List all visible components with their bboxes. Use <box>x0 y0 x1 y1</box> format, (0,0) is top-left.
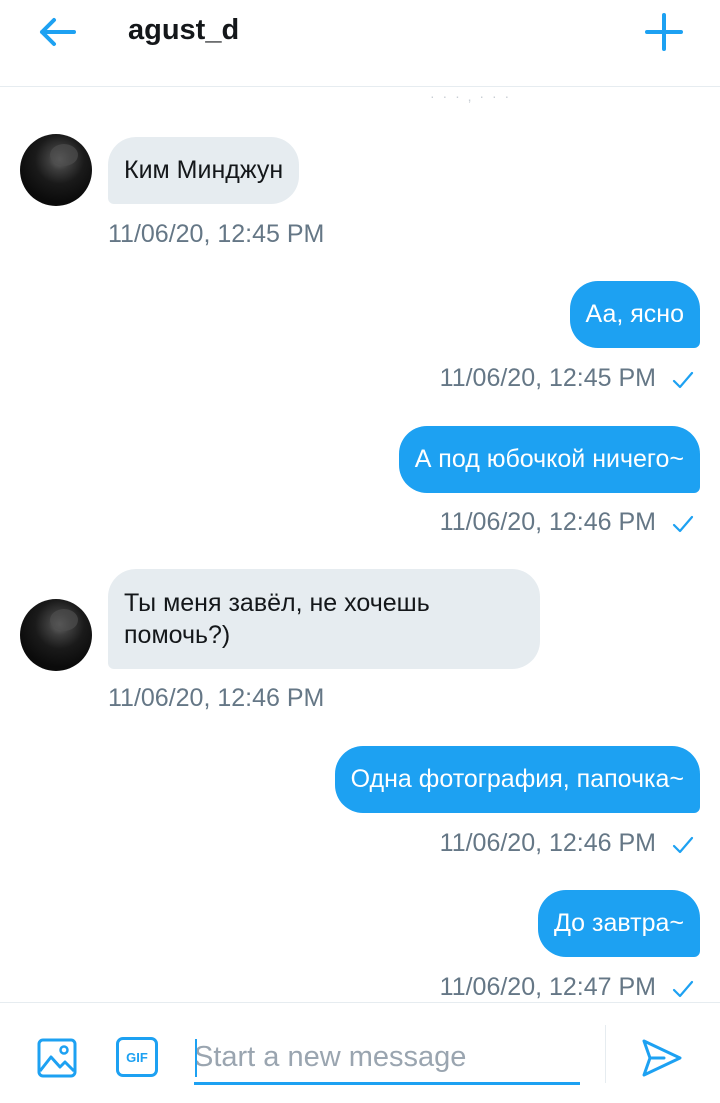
avatar[interactable] <box>20 134 92 206</box>
message-bubble-incoming[interactable]: Ты меня завёл, не хочешь помочь?) <box>108 569 540 669</box>
send-button[interactable] <box>640 1037 684 1079</box>
plus-icon <box>645 13 683 51</box>
checkmark-icon <box>672 515 694 533</box>
image-icon <box>37 1038 77 1078</box>
message-timestamp: 11/06/20, 12:45 PM <box>439 364 656 392</box>
message-bubble-outgoing[interactable]: Одна фотография, папочка~ <box>334 746 700 813</box>
conversation-header: agust_d <box>0 0 720 87</box>
message-list[interactable]: · · · , · · · Ким Минджун 11/06/20, 12:4… <box>0 86 720 1002</box>
text-caret <box>195 1039 197 1077</box>
message-composer: GIF <box>0 1002 720 1103</box>
gif-button[interactable]: GIF <box>116 1037 158 1077</box>
divider <box>605 1025 606 1083</box>
checkmark-icon <box>672 836 694 854</box>
send-icon <box>642 1039 682 1077</box>
avatar[interactable] <box>20 599 92 671</box>
message-input[interactable] <box>194 1033 580 1085</box>
arrow-left-icon <box>40 18 76 46</box>
checkmark-icon <box>672 371 694 389</box>
message-bubble-incoming[interactable]: Ким Минджун <box>108 137 300 204</box>
message-line: помочь?) <box>124 621 231 649</box>
faded-timestamp: · · · , · · · <box>430 88 512 104</box>
message-timestamp: 11/06/20, 12:47 PM <box>439 973 656 1001</box>
message-timestamp: 11/06/20, 12:46 PM <box>439 829 656 857</box>
message-bubble-outgoing[interactable]: До завтра~ <box>537 890 700 957</box>
checkmark-icon <box>672 980 694 998</box>
message-timestamp: 11/06/20, 12:46 PM <box>108 684 325 712</box>
message-bubble-outgoing[interactable]: Аа, ясно <box>569 281 700 348</box>
add-button[interactable] <box>642 10 686 54</box>
conversation-title: agust_d <box>128 14 240 46</box>
add-image-button[interactable] <box>36 1037 78 1079</box>
message-line: Ты меня завёл, не хочешь <box>124 589 430 617</box>
message-bubble-outgoing[interactable]: А под юбочкой ничего~ <box>398 426 700 493</box>
message-timestamp: 11/06/20, 12:45 PM <box>108 220 325 248</box>
gif-icon: GIF <box>126 1049 148 1065</box>
back-button[interactable] <box>36 12 80 52</box>
message-timestamp: 11/06/20, 12:46 PM <box>439 508 656 536</box>
